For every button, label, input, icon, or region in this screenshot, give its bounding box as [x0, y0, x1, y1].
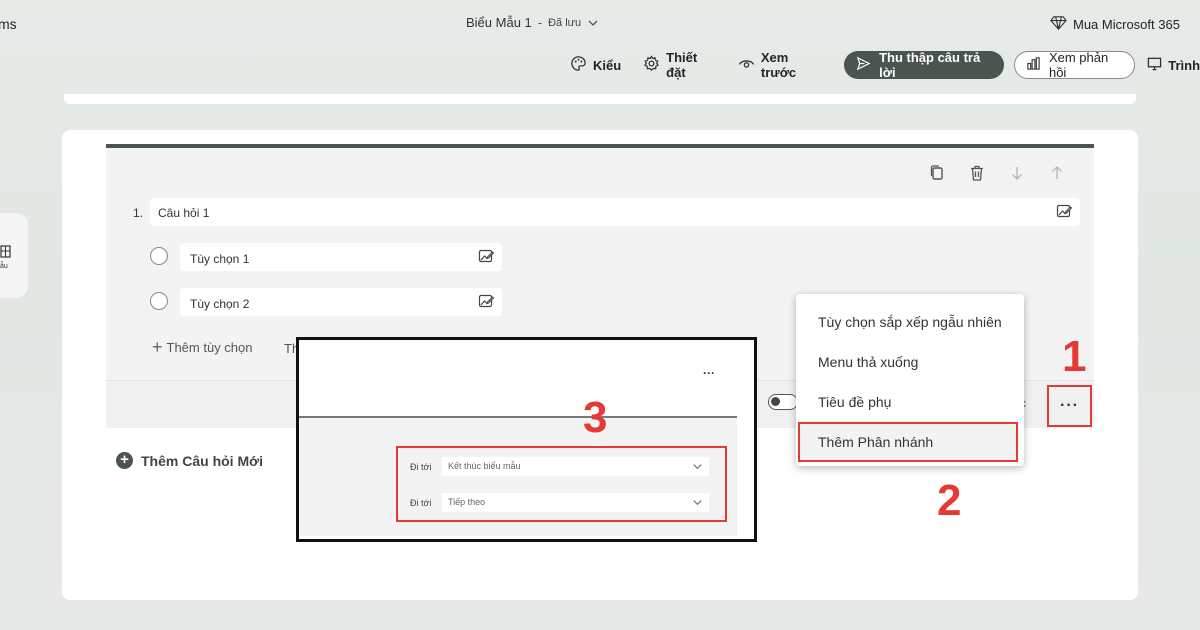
style-label: Kiểu	[593, 57, 622, 73]
monitor-icon	[1147, 56, 1162, 74]
step-1-label: 1	[1062, 332, 1087, 381]
collect-label: Thu thập câu trả lời	[879, 50, 981, 80]
insert-image-icon[interactable]	[478, 248, 494, 264]
bar-chart-icon	[1026, 56, 1041, 74]
option-1-label: Tùy chọn 1	[190, 252, 250, 266]
inset-goto-value: Kết thúc biểu mẫu	[448, 461, 521, 471]
chevron-down-icon[interactable]	[587, 17, 599, 29]
left-rail[interactable]: ẫu	[0, 213, 28, 298]
view-responses-label: Xem phản hồi	[1048, 50, 1109, 80]
menu-item-dropdown[interactable]: Menu thả xuống	[796, 342, 1024, 382]
left-rail-label: ẫu	[0, 263, 8, 270]
branching-inset-screenshot: ··· Đi tới Kết thúc biểu mẫu Đi tới Tiếp…	[296, 337, 757, 542]
palette-icon	[570, 55, 587, 75]
preview-button[interactable]: Xem trước	[738, 50, 822, 80]
plus-icon: +	[152, 337, 163, 357]
title-separator: -	[537, 15, 543, 30]
add-circle-icon: +	[116, 452, 133, 469]
question-title: Câu hỏi 1	[158, 206, 210, 220]
question-number: 1.	[133, 206, 144, 220]
inset-goto-label: Đi tới	[410, 498, 432, 508]
more-options-menu: Tùy chọn sắp xếp ngẫu nhiên Menu thả xuố…	[796, 294, 1024, 466]
option-1-input[interactable]: Tùy chọn 1	[180, 243, 502, 271]
add-new-question-label: Thêm Câu hỏi Mới	[141, 452, 263, 469]
option-2-label: Tùy chọn 2	[190, 297, 250, 311]
question-tools	[928, 164, 1066, 182]
trash-icon[interactable]	[968, 164, 986, 182]
menu-item-shuffle[interactable]: Tùy chọn sắp xếp ngẫu nhiên	[796, 302, 1024, 342]
inset-goto-select[interactable]: Kết thúc biểu mẫu	[442, 457, 709, 476]
option-2-radio[interactable]	[150, 292, 168, 310]
present-button[interactable]: Trình	[1147, 56, 1200, 74]
toolbar: Kiểu Thiết đặt Xem trước Thu thập câu tr…	[570, 50, 1200, 80]
inset-goto-value: Tiếp theo	[448, 497, 486, 507]
chevron-down-icon	[692, 461, 703, 472]
toggle-knob	[771, 397, 780, 406]
add-option-button[interactable]: + Thêm tùy chọn	[152, 337, 253, 357]
app-name: ms	[0, 16, 17, 32]
eye-icon	[738, 55, 755, 75]
step-3-label: 3	[583, 393, 608, 442]
settings-button[interactable]: Thiết đặt	[643, 50, 716, 80]
preview-label: Xem trước	[760, 50, 797, 80]
collect-responses-button[interactable]: Thu thập câu trả lời	[844, 50, 1004, 80]
menu-item-add-branching[interactable]: Thêm Phân nhánh	[798, 422, 1018, 462]
gear-icon	[643, 55, 660, 75]
add-option-label: Thêm tùy chọn	[166, 340, 253, 355]
buy-label: Mua Microsoft 365	[1073, 16, 1180, 32]
present-label: Trình	[1168, 57, 1200, 73]
send-icon	[856, 56, 871, 74]
chevron-down-icon	[692, 497, 703, 508]
step-2-label: 2	[937, 476, 962, 525]
style-button[interactable]: Kiểu	[570, 55, 621, 75]
inset-goto-select[interactable]: Tiếp theo	[442, 493, 709, 512]
required-toggle[interactable]	[768, 394, 798, 410]
form-title: Biểu Mẫu 1	[466, 15, 532, 30]
copy-icon[interactable]	[928, 164, 946, 182]
view-responses-button[interactable]: Xem phản hồi	[1013, 50, 1136, 80]
previous-card-edge	[64, 94, 1136, 104]
buy-microsoft-365-link[interactable]: Mua Microsoft 365	[1050, 14, 1180, 34]
option-1-radio[interactable]	[150, 247, 168, 265]
question-title-input[interactable]: Câu hỏi 1	[150, 198, 1080, 226]
form-title-area[interactable]: Biểu Mẫu 1 - Đã lưu	[466, 15, 599, 30]
insert-image-icon[interactable]	[478, 293, 494, 309]
insert-image-icon[interactable]	[1056, 203, 1072, 219]
move-down-icon[interactable]	[1008, 164, 1026, 182]
option-2-input[interactable]: Tùy chọn 2	[180, 288, 502, 316]
inset-goto-label: Đi tới	[410, 462, 432, 472]
inset-more-icon: ···	[703, 366, 715, 380]
more-options-button[interactable]: ···	[1047, 385, 1092, 427]
add-new-question-button[interactable]: + Thêm Câu hỏi Mới	[116, 452, 263, 469]
menu-item-subtitle[interactable]: Tiêu đề phụ	[796, 382, 1024, 422]
move-up-icon[interactable]	[1048, 164, 1066, 182]
diamond-icon	[1050, 14, 1067, 34]
settings-label: Thiết đặt	[666, 50, 698, 80]
template-icon	[0, 245, 11, 261]
save-status: Đã lưu	[548, 16, 582, 29]
